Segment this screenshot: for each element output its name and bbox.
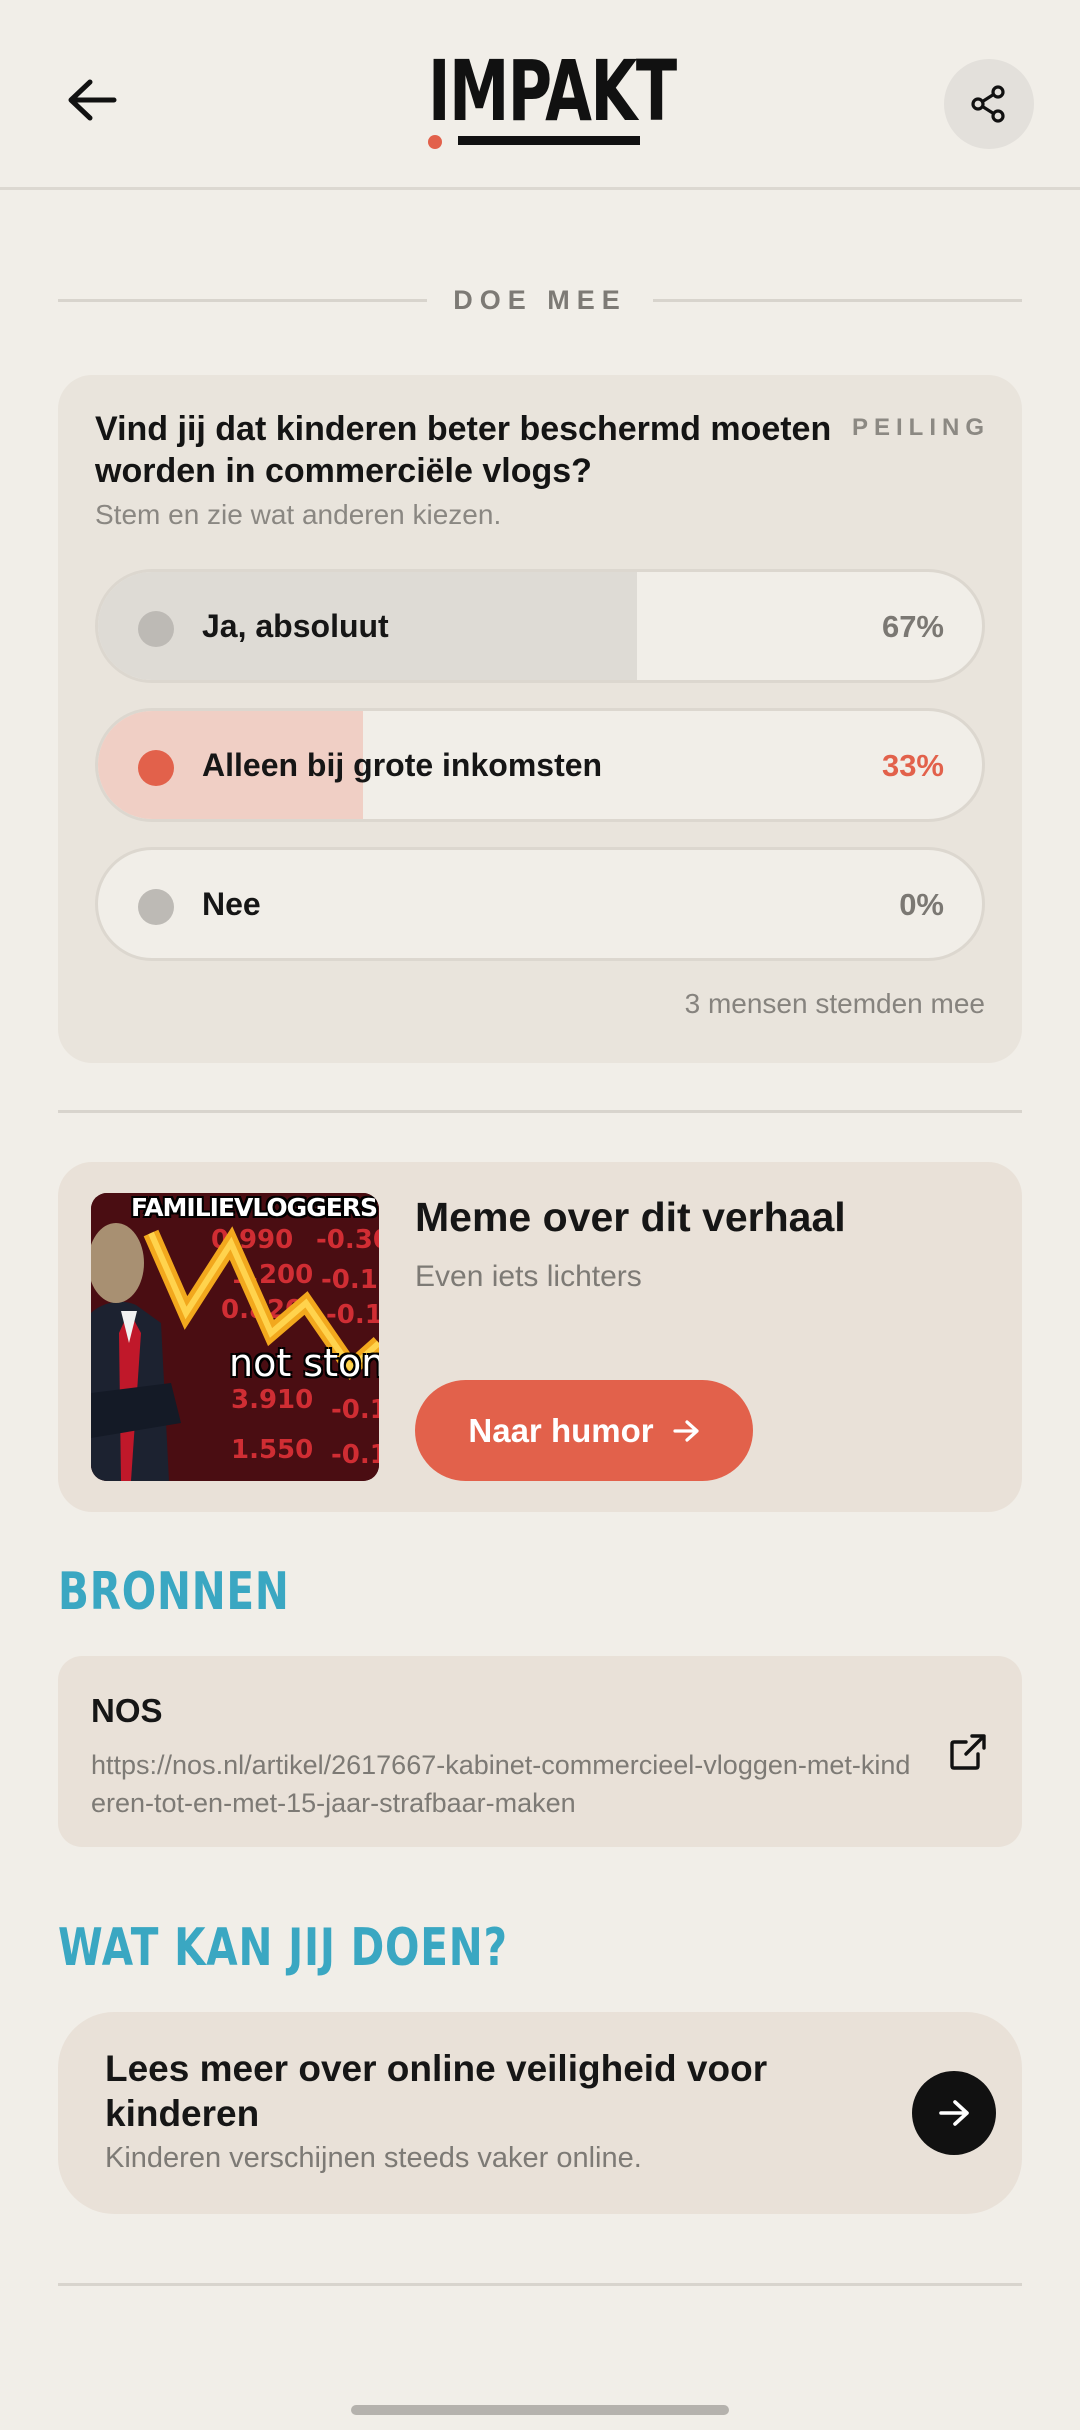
radio-dot-icon	[138, 750, 174, 786]
poll-option-label: Alleen bij grote inkomsten	[202, 747, 603, 783]
svg-text:1.550: 1.550	[231, 1435, 313, 1465]
external-link-icon[interactable]	[946, 1730, 990, 1774]
humor-button-label: Naar humor	[468, 1411, 654, 1449]
sources-heading: BRONNEN	[58, 1562, 290, 1622]
poll-option-percent: 67%	[881, 609, 944, 644]
action-title: Lees meer over online veiligheid voor ki…	[105, 2048, 768, 2134]
home-indicator[interactable]	[351, 2405, 729, 2415]
meme-title: Meme over dit verhaal	[415, 1194, 846, 1240]
stock-chart-image: 0.990-0.300 1.200-0.190 0.820-0.180 3.91…	[91, 1193, 379, 1481]
arrow-left-icon	[68, 79, 117, 121]
poll-question: Vind jij dat kinderen beter beschermd mo…	[95, 410, 832, 490]
meme-subtitle: Even iets lichters	[415, 1260, 642, 1293]
section-divider	[58, 2283, 1022, 2286]
poll-card: Vind jij dat kinderen beter beschermd mo…	[58, 375, 1022, 1063]
logo-text: IMPAKT	[428, 42, 677, 140]
meme-caption-bottom: not stonks	[229, 1341, 379, 1385]
poll-option-ja-absoluut[interactable]: Ja, absoluut 67%	[95, 569, 985, 683]
poll-option-label: Ja, absoluut	[202, 608, 389, 644]
radio-dot-icon	[138, 611, 174, 647]
radio-dot-icon	[138, 889, 174, 925]
poll-tag: PEILING	[851, 414, 990, 441]
doe-mee-divider: DOE MEE	[58, 280, 1022, 320]
top-bar: IMPAKT	[0, 0, 1080, 190]
humor-button[interactable]: Naar humor	[415, 1380, 753, 1481]
share-button[interactable]	[944, 59, 1034, 149]
actions-heading: WAT KAN JIJ DOEN?	[58, 1918, 508, 1978]
svg-text:-0.12: -0.12	[331, 1395, 379, 1425]
logo-underline	[458, 136, 640, 145]
doe-mee-label: DOE MEE	[453, 284, 627, 315]
impakt-logo[interactable]: IMPAKT	[428, 48, 677, 152]
divider-line	[652, 298, 1022, 302]
meme-thumbnail[interactable]: 0.990-0.300 1.200-0.190 0.820-0.180 3.91…	[91, 1193, 379, 1481]
action-subtitle: Kinderen verschijnen steeds vaker online…	[105, 2142, 642, 2174]
svg-text:-0.190: -0.190	[321, 1265, 379, 1295]
poll-subtitle: Stem en zie wat anderen kiezen.	[95, 499, 502, 530]
share-icon	[971, 85, 1005, 123]
svg-text:-0.12: -0.12	[331, 1440, 379, 1470]
back-button[interactable]	[52, 60, 132, 140]
svg-text:-0.300: -0.300	[316, 1225, 379, 1255]
poll-vote-count: 3 mensen stemden mee	[684, 988, 985, 1019]
source-card-nos[interactable]: NOS https://nos.nl/artikel/2617667-kabin…	[58, 1656, 1022, 1847]
poll-option-percent: 0%	[899, 887, 944, 922]
poll-option-label: Nee	[202, 886, 261, 922]
divider-line	[58, 298, 428, 302]
poll-option-nee[interactable]: Nee 0%	[95, 847, 985, 961]
section-divider	[58, 1110, 1022, 1113]
arrow-right-icon	[673, 1419, 699, 1442]
action-card-online-veiligheid[interactable]: Lees meer over online veiligheid voor ki…	[58, 2012, 1022, 2214]
poll-option-percent: 33%	[881, 748, 944, 783]
meme-caption-top: FAMILIEVLOGGERS	[131, 1193, 378, 1222]
svg-text:3.910: 3.910	[231, 1385, 313, 1415]
meme-card: 0.990-0.300 1.200-0.190 0.820-0.180 3.91…	[58, 1162, 1022, 1512]
source-url: https://nos.nl/artikel/2617667-kabinet-c…	[91, 1750, 911, 1818]
logo-dot	[428, 135, 442, 149]
action-arrow-button[interactable]	[912, 2071, 996, 2155]
arrow-right-icon	[939, 2100, 969, 2126]
source-name: NOS	[91, 1692, 163, 1729]
svg-text:-0.180: -0.180	[326, 1300, 379, 1330]
poll-option-alleen-bij-grote-inkomsten[interactable]: Alleen bij grote inkomsten 33%	[95, 708, 985, 822]
